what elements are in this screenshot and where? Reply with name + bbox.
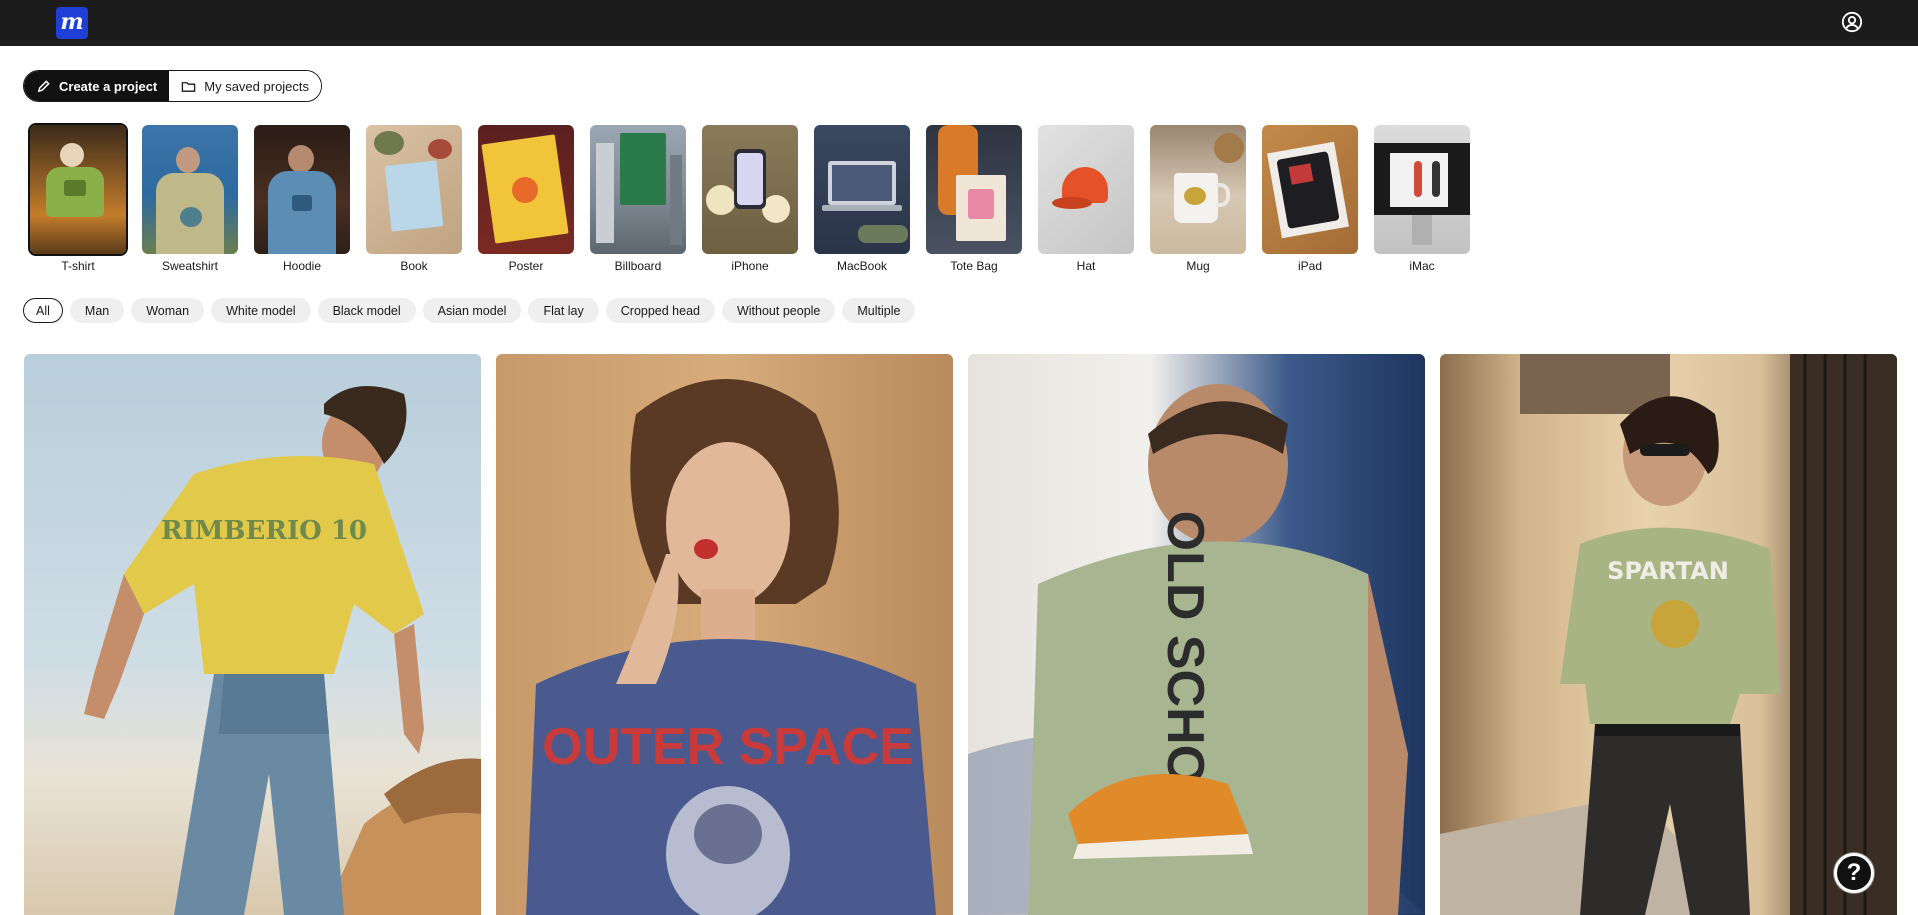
filter-black-model[interactable]: Black model [317,298,416,323]
category-label: iPhone [731,259,769,273]
category-billboard[interactable]: Billboard [590,125,686,273]
mockup-image: OLD SCHOOL [968,384,1425,915]
category-sweatshirt[interactable]: Sweatshirt [142,125,238,273]
category-iphone[interactable]: iPhone [702,125,798,273]
category-tshirt[interactable]: T-shirt [28,123,128,273]
category-macbook[interactable]: MacBook [814,125,910,273]
category-thumbnail [1374,125,1470,254]
category-mug[interactable]: Mug [1150,125,1246,273]
category-label: Sweatshirt [161,259,219,273]
mockup-image: RIMBERIO 10 [84,386,481,915]
category-hoodie[interactable]: Hoodie [254,125,350,273]
filter-flat-lay[interactable]: Flat lay [528,298,599,323]
folder-icon [182,81,196,92]
category-label: Hat [1076,259,1096,273]
category-thumbnail [254,125,350,254]
app-logo[interactable]: m [56,7,88,39]
project-toggle: Create a project My saved projects [23,70,323,102]
category-thumbnail [1262,125,1358,254]
mockup-card[interactable]: OLD SCHOOL [968,354,1425,915]
category-tote-bag[interactable]: Tote Bag [926,125,1022,273]
user-circle-icon[interactable] [1841,11,1863,33]
mockup-image: SPARTAN [1440,354,1897,915]
category-thumbnail [366,125,462,254]
mockup-card[interactable]: OUTER SPACE [496,354,953,915]
category-hat[interactable]: Hat [1038,125,1134,273]
category-poster[interactable]: Poster [478,125,574,273]
print-text: RIMBERIO 10 [161,516,367,546]
saved-projects-button[interactable]: My saved projects [169,71,322,101]
category-label: Billboard [614,259,662,273]
filter-man[interactable]: Man [69,298,125,323]
print-text: SPARTAN [1607,557,1729,585]
category-thumbnail [702,125,798,254]
category-thumbnail [926,125,1022,254]
category-label: Poster [508,259,544,273]
category-label: Tote Bag [950,259,998,273]
mockup-card[interactable]: RIMBERIO 10 [24,354,481,915]
category-ipad[interactable]: iPad [1262,125,1358,273]
filter-asian-model[interactable]: Asian model [422,298,522,323]
filter-multiple[interactable]: Multiple [842,298,916,323]
category-thumbnail [1150,125,1246,254]
filter-without-people[interactable]: Without people [721,298,836,323]
top-bar: m [0,0,1918,46]
category-thumbnail [28,123,128,256]
filter-chips: All Man Woman White model Black model As… [23,298,916,323]
mockup-gallery: RIMBERIO 10 OUTER SPACE OLD SCHOOL SPART… [24,354,1897,915]
category-strip: T-shirt Sweatshirt Hoodie Book Poster Bi… [28,123,1470,273]
category-label: MacBook [836,259,888,273]
help-button[interactable]: ? [1834,853,1874,893]
category-label: iPad [1297,259,1323,273]
category-thumbnail [478,125,574,254]
mockup-card[interactable]: SPARTAN [1440,354,1897,915]
category-imac[interactable]: iMac [1374,125,1470,273]
filter-all[interactable]: All [23,298,63,323]
category-thumbnail [142,125,238,254]
category-thumbnail [814,125,910,254]
filter-cropped-head[interactable]: Cropped head [605,298,715,323]
category-book[interactable]: Book [366,125,462,273]
category-label: Hoodie [282,259,322,273]
pencil-icon [37,79,50,92]
filter-white-model[interactable]: White model [211,298,311,323]
print-text: OUTER SPACE [542,718,914,776]
category-thumbnail [1038,125,1134,254]
mockup-image: OUTER SPACE [526,379,936,915]
category-label: Book [400,259,428,273]
category-label: T-shirt [61,259,95,273]
category-label: Mug [1186,259,1210,273]
filter-woman[interactable]: Woman [131,298,205,323]
create-project-button[interactable]: Create a project [24,71,170,101]
category-label: iMac [1409,259,1435,273]
create-project-label: Create a project [59,78,158,94]
saved-projects-label: My saved projects [204,78,310,94]
category-thumbnail [590,125,686,254]
